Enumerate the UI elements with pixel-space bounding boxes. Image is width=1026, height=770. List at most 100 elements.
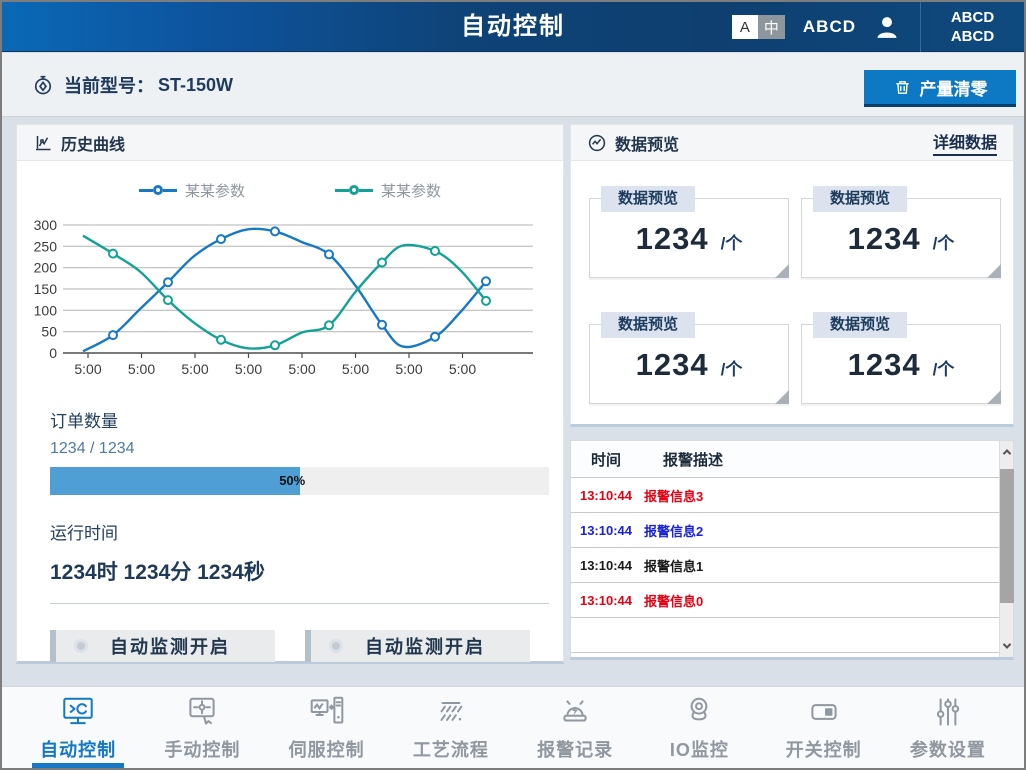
- scroll-up-icon[interactable]: [1000, 444, 1014, 460]
- auto-monitor-toggle-2[interactable]: 自动监测开启: [305, 630, 530, 662]
- nav-item-io-monitor[interactable]: IO监控: [637, 687, 761, 768]
- alarm-row-2: 13:10:44报警信息2: [571, 513, 999, 548]
- alarm-scrollbar[interactable]: [999, 441, 1013, 657]
- svg-text:5:00: 5:00: [181, 361, 208, 377]
- card-label-chip: 数据预览: [813, 312, 907, 338]
- model-value: ST-150W: [158, 75, 233, 96]
- history-panel-title: 历史曲线: [61, 131, 125, 155]
- preview-panel-title: 数据预览: [615, 131, 679, 155]
- alarm-time: 13:10:44: [571, 488, 641, 503]
- model-label: 当前型号：: [64, 72, 154, 98]
- order-quantity-label: 订单数量: [50, 407, 530, 432]
- account-label: ABCD: [803, 17, 856, 37]
- lang-en-option[interactable]: A: [732, 15, 758, 39]
- lang-zh-option[interactable]: 中: [758, 15, 785, 39]
- svg-text:5:00: 5:00: [128, 361, 155, 377]
- nav-item-label: 伺服控制: [289, 736, 365, 762]
- alarm-message: 报警信息3: [641, 486, 999, 505]
- alarm-table-header: 时间 报警描述: [571, 441, 999, 478]
- card-unit: /个: [933, 229, 955, 254]
- auto-monitor-toggle-1[interactable]: 自动监测开启: [50, 630, 275, 662]
- runtime-value: 1234时 1234分 1234秒: [50, 556, 530, 586]
- nav-item-label: 报警记录: [537, 736, 613, 762]
- nav-item-label: 参数设置: [910, 736, 986, 762]
- scroll-down-icon[interactable]: [1000, 638, 1014, 654]
- data-preview-icon: [587, 133, 607, 153]
- scrollbar-thumb[interactable]: [1000, 469, 1014, 603]
- alarm-time: 13:10:44: [571, 558, 641, 573]
- nav-item-switch-control[interactable]: 开关控制: [762, 687, 886, 768]
- alarm-time: 13:10:44: [571, 593, 641, 608]
- preview-card-4: 数据预览1234/个: [801, 324, 1001, 404]
- data-preview-panel: 数据预览 详细数据 数据预览1234/个数据预览1234/个数据预览1234/个…: [570, 124, 1014, 427]
- alarm-time: 13:10:44: [571, 523, 641, 538]
- card-value: 1234: [636, 347, 709, 383]
- corner-line-1: ABCD: [951, 8, 994, 27]
- svg-text:200: 200: [34, 260, 58, 276]
- card-fold-corner-icon: [775, 264, 789, 278]
- language-toggle[interactable]: A 中: [732, 15, 785, 39]
- legend-item-1: 某某参数: [139, 180, 245, 201]
- svg-text:5:00: 5:00: [74, 361, 101, 377]
- stopwatch-icon: [32, 74, 54, 96]
- card-label-chip: 数据预览: [601, 186, 695, 212]
- app-window: 自动控制 A 中 ABCD ABCD ABCD 当前型号：: [0, 0, 1026, 770]
- nav-item-alarm-record[interactable]: 报警记录: [513, 687, 637, 768]
- alarm-row-4: 13:10:44报警信息0: [571, 583, 999, 618]
- nav-item-label: IO监控: [670, 736, 729, 762]
- active-tab-underline: [32, 763, 124, 768]
- card-unit: /个: [721, 355, 743, 380]
- nav-item-label: 开关控制: [786, 736, 862, 762]
- svg-text:50: 50: [41, 324, 57, 340]
- nav-item-auto-control[interactable]: 自动控制: [16, 687, 140, 768]
- legend-marker-icon: [335, 185, 373, 195]
- card-label-chip: 数据预览: [813, 186, 907, 212]
- card-label-chip: 数据预览: [601, 312, 695, 338]
- nav-item-label: 自动控制: [40, 736, 116, 762]
- nav-item-process-flow[interactable]: 工艺流程: [389, 687, 513, 768]
- alarm-message: 报警信息1: [641, 556, 999, 575]
- svg-text:300: 300: [34, 217, 58, 233]
- preview-card-2: 数据预览1234/个: [801, 198, 1001, 278]
- toggle-indicator-icon: [74, 639, 88, 653]
- nav-item-param-settings[interactable]: 参数设置: [886, 687, 1010, 768]
- history-curve-icon: [33, 133, 53, 153]
- corner-line-2: ABCD: [951, 27, 994, 46]
- svg-text:100: 100: [34, 302, 58, 318]
- switch-control-icon: [805, 693, 843, 731]
- svg-text:5:00: 5:00: [342, 361, 369, 377]
- nav-item-label: 工艺流程: [413, 736, 489, 762]
- card-fold-corner-icon: [987, 264, 1001, 278]
- svg-text:0: 0: [49, 345, 57, 361]
- svg-text:5:00: 5:00: [449, 361, 476, 377]
- chart-legend: 某某参数 某某参数: [17, 177, 563, 203]
- order-quantity-value: 1234 / 1234: [50, 440, 530, 458]
- svg-text:5:00: 5:00: [235, 361, 262, 377]
- alarm-message: 报警信息2: [641, 521, 999, 540]
- detail-data-link[interactable]: 详细数据: [933, 129, 997, 156]
- user-icon[interactable]: [874, 15, 900, 39]
- alarm-row-3: 13:10:44报警信息1: [571, 548, 999, 583]
- svg-text:150: 150: [34, 281, 58, 297]
- toggle-indicator-icon: [329, 639, 343, 653]
- clear-output-button[interactable]: 产量清零: [864, 70, 1016, 107]
- card-value: 1234: [636, 221, 709, 257]
- order-progress-bar: 50%: [50, 467, 549, 495]
- subheader-bar: 当前型号：ST-150W 产量清零: [2, 53, 1024, 117]
- alarm-message: 报警信息0: [641, 591, 999, 610]
- alarm-row-empty: [571, 618, 999, 653]
- card-value: 1234: [848, 221, 921, 257]
- preview-card-3: 数据预览1234/个: [589, 324, 789, 404]
- history-line-chart: 0501001502002503005:005:005:005:005:005:…: [17, 211, 563, 383]
- bottom-nav: 自动控制手动控制伺服控制 工艺流程 报警记录 IO监控 开关控制 参数设置: [2, 686, 1024, 768]
- auto-control-icon: [59, 693, 97, 731]
- history-curve-panel: 历史曲线 某某参数某某参数 0501001502002503005:005:00…: [16, 124, 564, 664]
- svg-text:5:00: 5:00: [395, 361, 422, 377]
- order-progress-fill: [50, 467, 300, 495]
- nav-item-servo-control[interactable]: 伺服控制: [265, 687, 389, 768]
- nav-item-manual-control[interactable]: 手动控制: [140, 687, 264, 768]
- card-value: 1234: [848, 347, 921, 383]
- card-fold-corner-icon: [775, 390, 789, 404]
- alarm-list-panel: 时间 报警描述 13:10:44报警信息313:10:44报警信息213:10:…: [570, 440, 1014, 660]
- legend-item-2: 某某参数: [335, 180, 441, 201]
